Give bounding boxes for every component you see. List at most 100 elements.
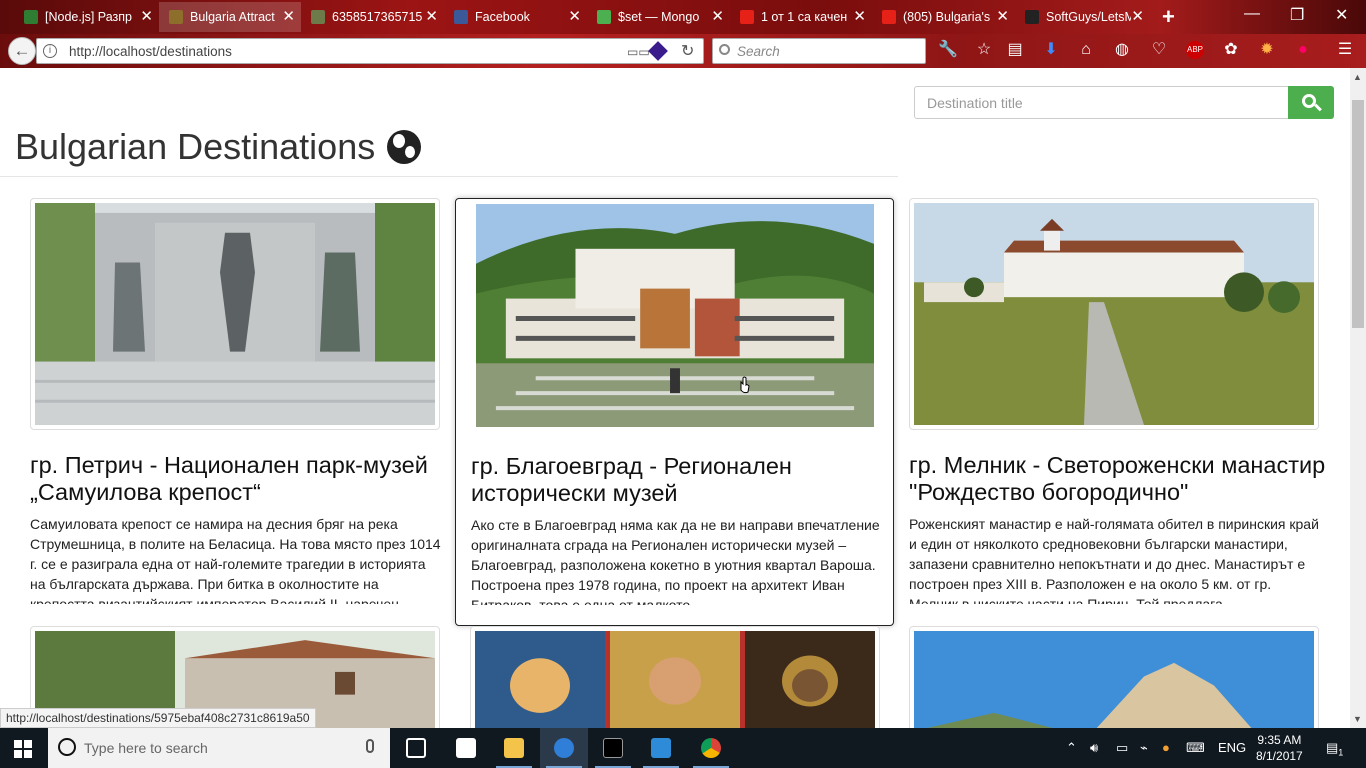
page-title: Bulgarian Destinations: [15, 126, 422, 168]
addon-gear-icon[interactable]: ✹: [1258, 41, 1276, 59]
download-icon[interactable]: ⬇: [1042, 41, 1060, 59]
mongodb-icon: [597, 10, 611, 24]
minimize-icon[interactable]: —: [1244, 5, 1260, 23]
chrome-button[interactable]: [687, 728, 735, 768]
destination-description: Ако сте в Благоевград няма как да не ви …: [471, 517, 880, 605]
menu-icon[interactable]: ☰: [1336, 41, 1354, 59]
destination-card[interactable]: гр. Мелник - Светороженски манастир "Рож…: [909, 198, 1349, 626]
home-icon[interactable]: ⌂: [1077, 41, 1095, 59]
close-tab-icon[interactable]: ✕: [711, 9, 724, 24]
taskbar-search-input[interactable]: Type here to search: [48, 728, 390, 768]
back-arrow-icon[interactable]: ←: [8, 37, 36, 65]
terminal-button[interactable]: [589, 728, 637, 768]
close-tab-icon[interactable]: ✕: [140, 9, 153, 24]
destination-thumbnail[interactable]: [471, 199, 879, 431]
browser-tab[interactable]: (805) Bulgaria's ✕: [872, 2, 1015, 32]
tab-title: [Node.js] Разпр: [45, 10, 132, 24]
destination-thumbnail[interactable]: [909, 198, 1319, 430]
network-icon[interactable]: ⌁: [1140, 740, 1148, 756]
clipboard-icon[interactable]: ▤: [1006, 41, 1024, 59]
facebook-icon: [454, 10, 468, 24]
store-button[interactable]: [442, 728, 490, 768]
battery-icon[interactable]: ▭: [1116, 740, 1128, 756]
taskbar-search-placeholder: Type here to search: [84, 740, 208, 756]
tab-favicon-icon: [24, 10, 38, 24]
cortana-icon: [58, 738, 76, 756]
search-button[interactable]: [1288, 86, 1334, 119]
browser-tab[interactable]: SoftGuys/LetsM ✕: [1015, 2, 1150, 32]
tab-favicon-icon: [311, 10, 325, 24]
destination-card[interactable]: гр. Петрич - Национален парк-музей „Саму…: [30, 198, 470, 626]
close-tab-icon[interactable]: ✕: [425, 9, 438, 24]
destination-title[interactable]: гр. Благоевград - Регионален исторически…: [471, 453, 891, 507]
tab-title: $set — Mongo: [618, 10, 700, 24]
window-close-icon[interactable]: ✕: [1335, 5, 1348, 25]
browser-search-input[interactable]: Search: [712, 38, 926, 64]
close-tab-icon[interactable]: ✕: [1131, 9, 1144, 24]
reader-view-icon[interactable]: ▭▭: [627, 45, 650, 59]
keyboard-icon[interactable]: ⌨: [1186, 740, 1205, 756]
monastery-image: [914, 203, 1314, 425]
wrench-icon[interactable]: 🔧: [938, 41, 958, 59]
icons-image: [475, 631, 875, 728]
browser-tab[interactable]: $set — Mongo ✕: [587, 2, 730, 32]
vscode-button[interactable]: [637, 728, 685, 768]
browser-tab[interactable]: [Node.js] Разпр ✕: [14, 2, 159, 32]
extension-icon[interactable]: [648, 41, 668, 61]
destination-card-hovered[interactable]: гр. Благоевград - Регионален исторически…: [455, 198, 894, 626]
tab-favicon-icon: [169, 10, 183, 24]
destination-thumbnail[interactable]: [909, 626, 1319, 728]
youtube-icon: [882, 10, 896, 24]
pyramids-image: [914, 631, 1314, 728]
url-text[interactable]: http://localhost/destinations: [69, 44, 232, 59]
destination-thumbnail[interactable]: [470, 626, 880, 728]
youtube-icon: [740, 10, 754, 24]
notification-center-icon[interactable]: ▤1: [1326, 740, 1343, 758]
close-tab-icon[interactable]: ✕: [282, 9, 295, 24]
language-indicator[interactable]: ENG: [1218, 740, 1246, 755]
browser-tab[interactable]: Facebook ✕: [444, 2, 587, 32]
browser-tab[interactable]: 6358517365715 ✕: [301, 2, 444, 32]
reload-icon[interactable]: ↻: [681, 41, 694, 61]
weather-icon[interactable]: ●: [1162, 740, 1170, 755]
github-icon: [1025, 10, 1039, 24]
browser-search-placeholder: Search: [737, 44, 780, 59]
close-tab-icon[interactable]: ✕: [568, 9, 581, 24]
destination-search-input[interactable]: Destination title: [914, 86, 1289, 119]
page-scrollbar[interactable]: ▲ ▼: [1350, 68, 1366, 728]
bookmark-star-icon[interactable]: ☆: [975, 41, 993, 59]
restore-icon[interactable]: ❐: [1290, 5, 1304, 25]
destination-title[interactable]: гр. Мелник - Светороженски манастир "Рож…: [909, 452, 1329, 506]
scrollbar-thumb[interactable]: [1352, 100, 1364, 328]
clock[interactable]: 9:35 AM 8/1/2017: [1256, 732, 1303, 764]
tab-title: Bulgaria Attract: [190, 10, 275, 24]
destination-thumbnail[interactable]: [30, 198, 440, 430]
info-icon[interactable]: i: [43, 44, 57, 58]
destination-title[interactable]: гр. Петрич - Национален парк-музей „Саму…: [30, 452, 450, 506]
monument-image: [35, 203, 435, 425]
addon-icon[interactable]: ✿: [1222, 41, 1240, 59]
firefox-button[interactable]: [540, 728, 588, 768]
navigation-toolbar: ← i http://localhost/destinations ▭▭ ↻ S…: [0, 34, 1366, 68]
task-view-button[interactable]: [392, 728, 440, 768]
address-bar[interactable]: i http://localhost/destinations ▭▭ ↻: [36, 38, 704, 64]
browser-tab-active[interactable]: Bulgaria Attract ✕: [159, 2, 301, 32]
vscode-icon: [651, 738, 671, 758]
mouse-pointer-icon: [740, 376, 750, 394]
microphone-icon[interactable]: [366, 739, 374, 753]
show-hidden-icons[interactable]: ⌃: [1066, 740, 1077, 756]
duckduckgo-icon[interactable]: ●: [1294, 41, 1312, 59]
volume-icon[interactable]: 🔊︎: [1090, 740, 1098, 756]
scroll-down-icon[interactable]: ▼: [1353, 714, 1362, 724]
windows-start-icon[interactable]: [14, 740, 32, 758]
close-tab-icon[interactable]: ✕: [996, 9, 1009, 24]
browser-tab[interactable]: 1 от 1 са качен ✕: [730, 2, 872, 32]
scroll-up-icon[interactable]: ▲: [1353, 72, 1362, 82]
adblock-icon[interactable]: ABP: [1186, 41, 1204, 59]
close-tab-icon[interactable]: ✕: [853, 9, 866, 24]
new-tab-icon[interactable]: +: [1162, 4, 1175, 30]
file-explorer-button[interactable]: [490, 728, 538, 768]
museum-image: [476, 204, 874, 427]
pocket-icon[interactable]: ♡: [1150, 41, 1168, 59]
globe-addon-icon[interactable]: ◍: [1113, 41, 1131, 59]
